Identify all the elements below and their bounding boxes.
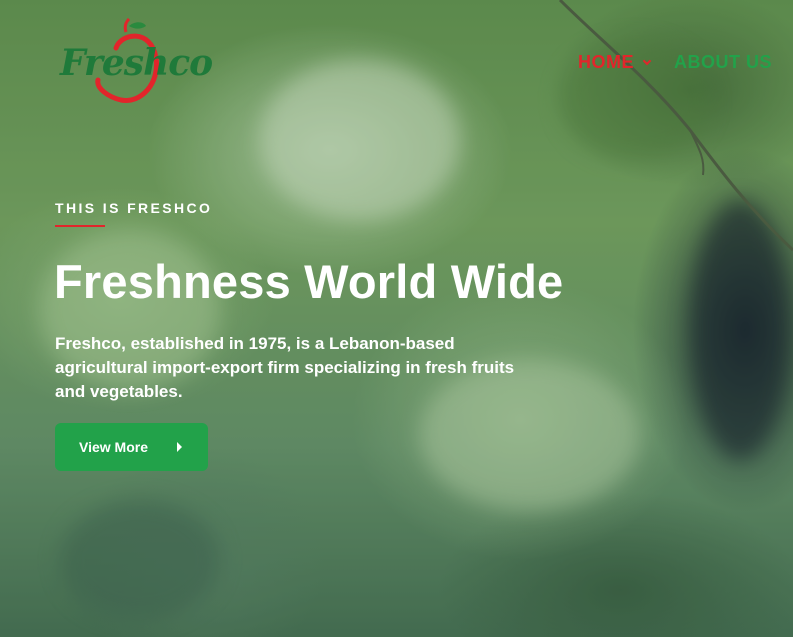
main-nav: HOME ABOUT US xyxy=(578,52,772,73)
freshco-logo[interactable]: Freshco xyxy=(56,18,213,104)
view-more-label: View More xyxy=(79,439,148,455)
hero-eyebrow: THIS IS FRESHCO xyxy=(55,200,213,216)
logo-wordmark: Freshco xyxy=(60,42,213,84)
nav-item-label: HOME xyxy=(578,52,634,72)
nav-item-label: ABOUT US xyxy=(674,52,772,72)
hero-description: Freshco, established in 1975, is a Leban… xyxy=(55,334,515,401)
chevron-down-icon xyxy=(642,56,652,65)
nav-item-about-us[interactable]: ABOUT US xyxy=(674,52,772,73)
nav-item-home[interactable]: HOME xyxy=(578,52,652,73)
caret-right-icon xyxy=(177,442,182,452)
view-more-button[interactable]: View More xyxy=(55,423,208,471)
hero-title: Freshness World Wide xyxy=(54,255,564,308)
eyebrow-divider xyxy=(55,225,105,227)
